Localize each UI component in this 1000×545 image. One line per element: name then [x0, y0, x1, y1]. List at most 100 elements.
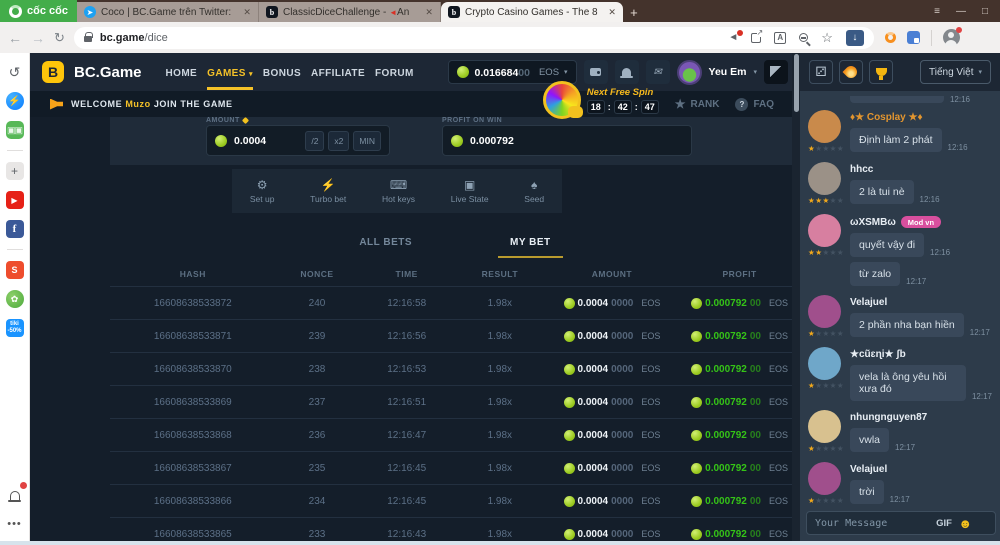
chevron-down-icon: ▾ [978, 68, 982, 76]
back-button[interactable]: ← [8, 30, 22, 46]
nav-bonus[interactable]: BONUS [263, 54, 301, 90]
chat-toggle-button[interactable] [764, 60, 788, 84]
translate-icon[interactable]: A [774, 32, 786, 44]
page-scrollbar[interactable] [792, 53, 800, 541]
table-row[interactable]: 16608638533867 235 12:16:45 1.98x 0.0004… [110, 451, 800, 484]
avatar[interactable] [808, 214, 841, 247]
tab-close-icon[interactable]: ✕ [425, 7, 433, 18]
avatar[interactable] [808, 295, 841, 328]
browser-tab-active-crypto-casino[interactable]: b Crypto Casino Games - The 8 ✕ [441, 2, 623, 22]
table-row[interactable]: 16608638533866 234 12:16:45 1.98x 0.0004… [110, 484, 800, 517]
coccoc-brand[interactable]: cốc cốc [0, 0, 77, 22]
faq-button[interactable]: ? FAQ [735, 98, 774, 111]
bookmark-star-icon[interactable]: ☆ [821, 30, 833, 46]
tab-all-bets[interactable]: ALL BETS [347, 237, 424, 258]
chat-messages[interactable]: 12:16 ★★★★★ ♦★ Cosplay ★♦ Định làm 2 phá… [800, 91, 1000, 507]
games-icon[interactable]: ▣▣ [6, 121, 24, 139]
history-icon[interactable]: ↺ [6, 63, 24, 81]
shopee-icon[interactable]: S [6, 261, 24, 279]
chat-username[interactable]: Velajuel [850, 297, 992, 308]
avatar[interactable] [808, 410, 841, 443]
nav-home[interactable]: HOME [166, 54, 198, 90]
tab-close-icon[interactable]: ✕ [243, 7, 251, 18]
facebook-icon[interactable]: f [6, 220, 24, 238]
bcgame-logo-icon[interactable]: B [42, 61, 64, 83]
nav-forum[interactable]: FORUM [375, 54, 414, 90]
message-time: 12:16 [948, 143, 968, 152]
emoji-button[interactable]: ☻ [958, 516, 972, 531]
new-tab-button[interactable]: + [623, 2, 645, 22]
bcgame-logo-text[interactable]: BC.Game [74, 64, 142, 81]
chat-username[interactable]: ♦★ Cosplay ★♦ [850, 112, 992, 123]
rank-button[interactable]: ★ RANK [675, 97, 720, 111]
address-bar[interactable]: bc.game/dice ◄ A ☆ ↓ [74, 27, 874, 49]
min-button[interactable]: MIN [353, 131, 381, 151]
table-row[interactable]: 16608638533870 238 12:16:53 1.98x 0.0004… [110, 352, 800, 385]
forward-button[interactable]: → [31, 30, 45, 46]
chat-username[interactable]: nhungnguyen87 [850, 412, 992, 423]
browser-toolbar: ← → ↻ bc.game/dice ◄ A ☆ ↓ [0, 22, 1000, 53]
avatar[interactable] [808, 462, 841, 495]
tool-item[interactable]: ⚡ Turbo bet [310, 179, 346, 204]
minimize-button[interactable]: — [956, 6, 966, 17]
lock-icon[interactable] [84, 36, 92, 42]
message-time: 12:17 [890, 495, 910, 504]
avatar[interactable] [808, 110, 841, 143]
avatar[interactable] [808, 162, 841, 195]
add-shortcut-button[interactable]: + [6, 162, 24, 180]
browser-tab-classicdice[interactable]: b ClassicDiceChallenge - ◄An ✕ [259, 2, 441, 22]
user-name[interactable]: Yeu Em [709, 66, 747, 78]
chat-username[interactable]: hhcc [850, 164, 992, 175]
double-button[interactable]: x2 [328, 131, 349, 151]
download-icon[interactable]: ↓ [846, 30, 864, 46]
reload-button[interactable]: ↻ [54, 30, 65, 46]
nav-affiliate[interactable]: AFFILIATE [311, 54, 365, 90]
amount-input[interactable]: 0.0004 /2 x2 MIN [206, 125, 390, 156]
tab-my-bet[interactable]: MY BET [498, 237, 563, 258]
hot-games-button[interactable] [839, 60, 863, 84]
share-icon[interactable] [751, 33, 761, 43]
free-spin-widget[interactable]: Next Free Spin 18 : 42 : 47 [543, 81, 659, 119]
tool-item[interactable]: ♠ Seed [524, 179, 544, 204]
notifications-bell-icon[interactable] [6, 486, 24, 504]
spin-wheel-icon[interactable] [543, 81, 581, 119]
nav-games[interactable]: GAMES ▾ [207, 54, 253, 90]
tool-item[interactable]: ⌨ Hot keys [382, 179, 415, 204]
table-row[interactable]: 16608638533872 240 12:16:58 1.98x 0.0004… [110, 286, 800, 319]
message-time: 12:17 [970, 328, 990, 337]
contest-button[interactable] [869, 60, 893, 84]
table-row[interactable]: 16608638533871 239 12:16:56 1.98x 0.0004… [110, 319, 800, 352]
avatar[interactable] [808, 347, 841, 380]
tool-item[interactable]: ▣ Live State [451, 179, 489, 204]
tiki-sale-icon[interactable]: tiki -50% [6, 319, 24, 337]
browser-update-icon[interactable] [885, 32, 896, 43]
more-options-icon[interactable]: ••• [6, 515, 24, 533]
tab-close-icon[interactable]: ✕ [608, 7, 616, 18]
messenger-icon[interactable]: ⚡ [6, 92, 24, 110]
tool-label: Live State [451, 194, 489, 204]
table-row[interactable]: 16608638533869 237 12:16:51 1.98x 0.0004… [110, 385, 800, 418]
profile-avatar[interactable] [943, 29, 960, 46]
green-app-icon[interactable]: ✿ [6, 290, 24, 308]
half-button[interactable]: /2 [305, 131, 324, 151]
user-avatar[interactable] [677, 60, 702, 85]
chat-username[interactable]: ★cũɛɳi★ ʃb [850, 349, 992, 360]
scrollbar-thumb[interactable] [794, 54, 799, 112]
zoom-icon[interactable] [799, 33, 808, 42]
chat-username[interactable]: Velajuel [850, 464, 992, 475]
extension-icon[interactable] [907, 31, 920, 44]
table-row[interactable]: 16608638533865 233 12:16:43 1.98x 0.0004… [110, 517, 800, 541]
restore-button[interactable]: □ [982, 6, 988, 17]
tab-search-icon[interactable]: ≡ [934, 6, 940, 17]
url-text[interactable]: bc.game/dice [100, 32, 720, 44]
gif-button[interactable]: GIF [936, 518, 952, 529]
language-selector[interactable]: Tiếng Việt▾ [920, 60, 991, 84]
table-row[interactable]: 16608638533868 236 12:16:47 1.98x 0.0004… [110, 418, 800, 451]
youtube-icon[interactable]: ▶ [6, 191, 24, 209]
chat-username[interactable]: ωXSMBω Mod vn [850, 216, 992, 228]
dice-room-button[interactable]: ⚂ [809, 60, 833, 84]
amount-value[interactable]: 0.0004 [234, 135, 298, 147]
tool-item[interactable]: ⚙ Set up [250, 179, 275, 204]
browser-tab-twitter[interactable]: ➤ Coco | BC.Game trên Twitter: ✕ [77, 2, 259, 22]
tab-muted-icon[interactable]: ◄ [728, 32, 738, 43]
